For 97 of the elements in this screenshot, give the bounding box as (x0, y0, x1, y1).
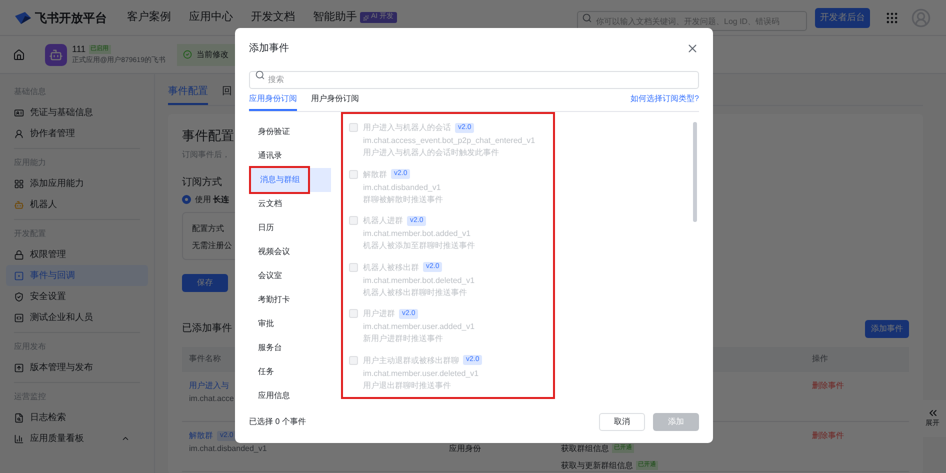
app-avatar-icon (45, 44, 67, 66)
file-search-icon (14, 412, 24, 422)
event-name-link[interactable]: 用户进入与 (189, 380, 229, 392)
sidebar-item[interactable]: 事件与回调 (6, 265, 148, 286)
category-item[interactable]: 身份验证 (249, 120, 331, 144)
chevron-up-icon[interactable] (121, 434, 130, 443)
dialog-title: 添加事件 (249, 42, 289, 56)
id-card-icon (14, 108, 24, 118)
developer-console-button[interactable]: 开发者后台 (815, 8, 870, 28)
subsection-title: 订阅方式 (182, 176, 222, 190)
category-item[interactable]: 服务台 (249, 336, 331, 360)
event-name-link[interactable]: 解散群 (189, 430, 213, 442)
cancel-button[interactable]: 取消 (599, 413, 645, 431)
sidebar-item[interactable]: 测试企业和人员 (6, 307, 148, 328)
event-name: 解散群 (363, 168, 387, 180)
user-icon (14, 128, 24, 138)
avatar-icon[interactable] (911, 8, 931, 28)
nav-link[interactable]: 客户案例 (127, 9, 171, 26)
grid-icon (14, 178, 24, 188)
sidebar-item[interactable]: 协作者管理 (6, 123, 148, 144)
nav-link[interactable]: 智能助手 (313, 9, 357, 26)
category-item[interactable]: 日历 (249, 216, 331, 240)
category-item[interactable]: 审批 (249, 312, 331, 336)
search-icon (582, 12, 592, 22)
event-description: 群聊被解散时推送事件 (363, 194, 443, 204)
home-icon[interactable] (13, 48, 25, 60)
sidebar-item[interactable]: 机器人 (6, 194, 148, 215)
category-item[interactable]: 任务 (249, 360, 331, 384)
permission-text: 获取与更新群组信息 (561, 460, 633, 472)
delete-event-link[interactable]: 删除事件 (812, 380, 844, 390)
radio-option[interactable]: 使用 长连 (182, 194, 230, 206)
event-name: 机器人进群 (363, 215, 403, 226)
section-title: 已添加事件 (182, 322, 232, 336)
event-name: 机器人被移出群 (363, 262, 419, 272)
column-header: 操作 (812, 353, 829, 365)
event-code: im.chat.access_event.bot_p2p_chat_entered_v1 (363, 135, 536, 147)
sidebar-item[interactable]: 日志检索 (6, 407, 148, 428)
upload-icon (14, 362, 24, 372)
identity-text: 应用身份 (449, 444, 481, 452)
logo-icon (15, 12, 31, 24)
event-code: im.chat.member.bot.added_v1 (363, 228, 472, 240)
category-item[interactable]: 应用信息 (249, 384, 331, 401)
sidebar-item[interactable]: 应用质量看板 (6, 428, 148, 449)
event-description: 机器人被移出群聊时推送事件 (363, 288, 468, 298)
selection-count: 已选择 0 个事件 (249, 416, 306, 428)
nav-link[interactable]: 开发文档 (251, 9, 295, 26)
tab[interactable]: 用户身份订阅 (311, 93, 359, 111)
event-description: 用户退出群聊时推送事件 (363, 380, 452, 390)
category-item[interactable]: 云文档 (249, 192, 331, 216)
help-link[interactable]: 如何选择订阅类型? (630, 93, 699, 111)
permission-text: 获取群组信息 (561, 442, 609, 454)
sidebar-item[interactable]: 凭证与基础信息 (6, 102, 148, 123)
save-button[interactable]: 保存 (182, 274, 228, 292)
section-title: 事件配置 (182, 127, 234, 145)
category-item[interactable]: 通讯录 (249, 144, 331, 168)
app-name: 111 (72, 42, 86, 56)
event-code: im.chat.member.user.deleted_v1 (363, 368, 480, 380)
lock-icon (14, 250, 24, 260)
delete-event-link[interactable]: 删除事件 (812, 430, 844, 440)
sidebar-item[interactable]: 权限管理 (6, 244, 148, 265)
tab[interactable]: 事件配置 (168, 84, 208, 105)
config-label: 配置方式 (192, 222, 224, 234)
shield-icon (14, 292, 24, 302)
event-code: im.chat.disbanded_v1 (189, 442, 267, 454)
event-code: im.chat.member.user.added_v1 (363, 321, 475, 333)
event-name: 用户主动退群或被移出群聊 (363, 354, 459, 366)
event-code: im.chat.acce (189, 392, 234, 404)
category-item[interactable]: 会议室 (249, 264, 331, 288)
sidebar-item[interactable]: 版本管理与发布 (6, 357, 148, 378)
scrollbar[interactable] (693, 122, 697, 222)
close-icon[interactable] (686, 42, 699, 55)
event-description: 机器人被添加至群聊时推送事件 (363, 241, 475, 251)
robot-icon (14, 200, 24, 210)
category-item[interactable]: 考勤打卡 (249, 288, 331, 312)
category-item[interactable]: 视频会议 (249, 240, 331, 264)
event-name: 用户进入与机器人的会话 (363, 122, 451, 133)
event-description: 新用户进群时推送事件 (363, 334, 444, 344)
event-code: im.chat.member.bot.deleted_v1 (363, 274, 475, 287)
search-field[interactable]: 搜索 (249, 70, 699, 88)
bar-chart-icon (14, 434, 24, 444)
event-name: 用户进群 (363, 308, 395, 319)
sidebar-item[interactable]: 安全设置 (6, 286, 148, 307)
add-event-button[interactable]: 添加事件 (865, 320, 909, 338)
radio-button[interactable] (182, 195, 191, 204)
sidebar-item[interactable]: 添加应用能力 (6, 173, 148, 194)
code-icon (14, 312, 24, 322)
config-value: 无需注册公 (192, 240, 232, 252)
search-icon (255, 70, 265, 80)
event-code: im.chat.disbanded_v1 (363, 182, 442, 194)
logo-text: 飞书开放平台 (35, 10, 107, 26)
nav-link[interactable]: 应用中心 (189, 9, 233, 26)
apps-icon[interactable] (885, 10, 899, 24)
tab[interactable]: 回 (222, 84, 232, 105)
category-item[interactable]: 消息与群组 (249, 168, 331, 192)
tab[interactable]: 应用身份订阅 (249, 93, 297, 111)
column-header: 事件名称 (189, 353, 221, 365)
event-description: 用户进入与机器人的会话时触发此事件 (363, 148, 500, 158)
